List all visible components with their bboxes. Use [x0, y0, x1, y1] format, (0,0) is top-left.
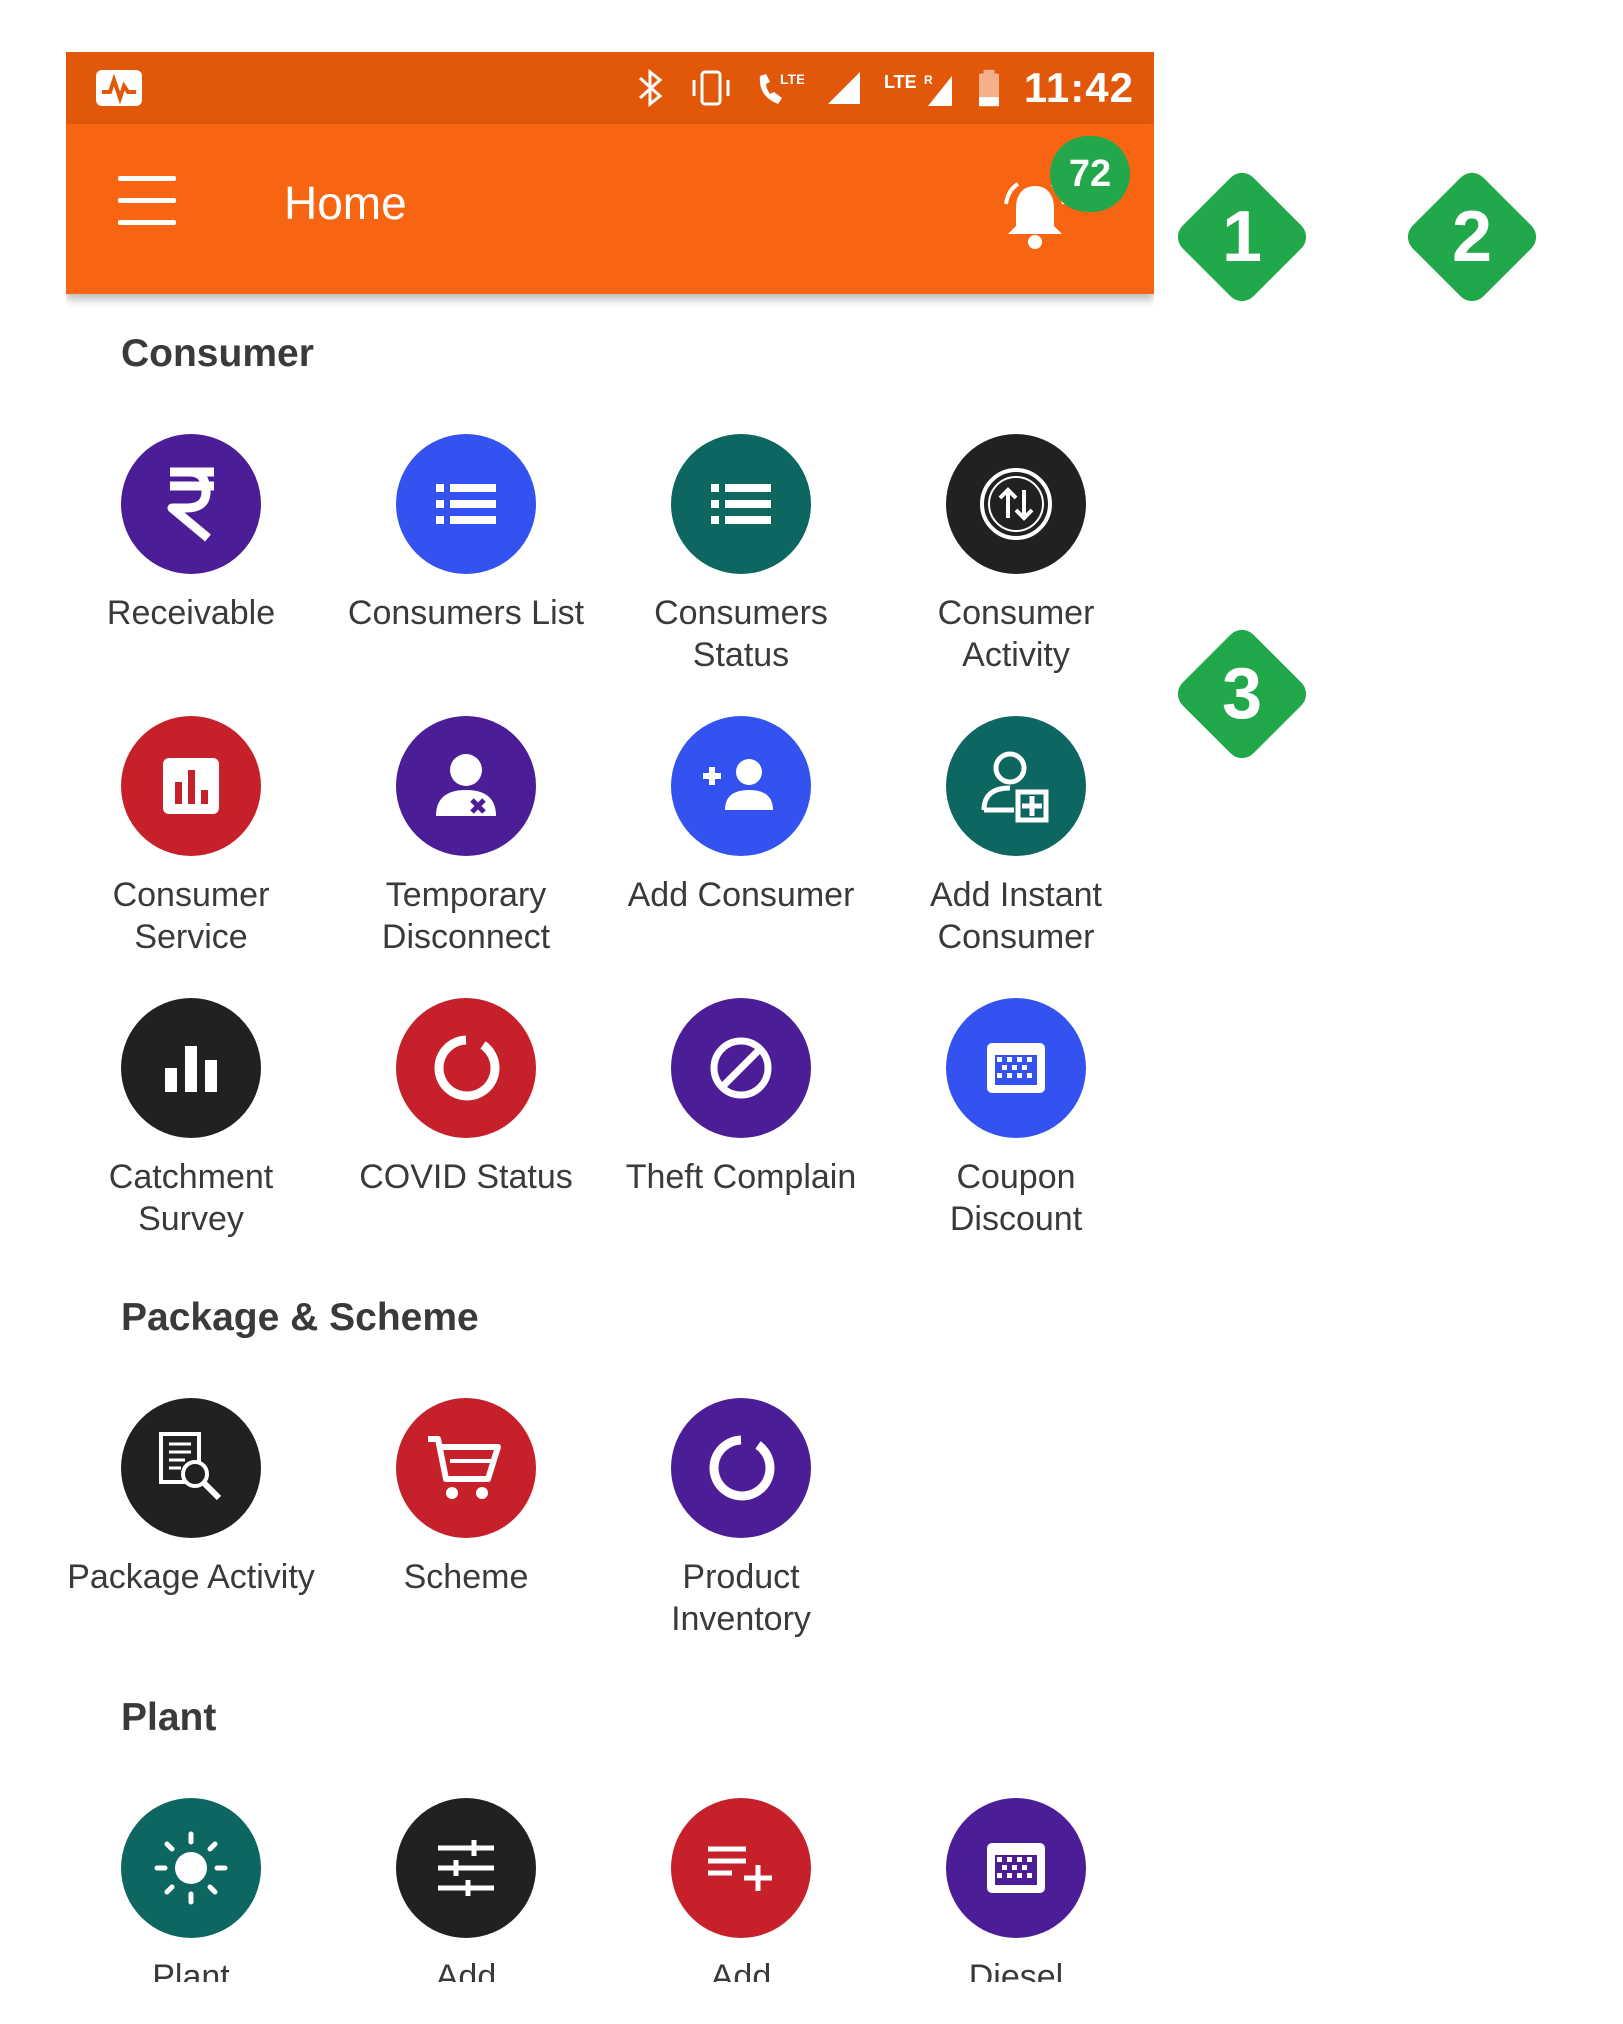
add-user-icon: [703, 759, 773, 810]
grid-card-icon: [987, 1843, 1045, 1893]
tile-label: Consumers Status: [654, 594, 828, 674]
activity-monitor-icon: [96, 70, 142, 106]
tile-receivable[interactable]: Receivable: [66, 434, 321, 634]
tile-icon-circle: [121, 1798, 261, 1938]
tile-icon-circle: [946, 1798, 1086, 1938]
notification-count-badge: 72: [1050, 136, 1130, 212]
tile-diesel[interactable]: Diesel: [886, 1798, 1146, 1982]
tile-add-list[interactable]: Add: [611, 1798, 871, 1982]
tile-label: Add: [435, 1958, 497, 1982]
tile-plant[interactable]: Plant: [66, 1798, 321, 1982]
tile-icon-circle: [396, 716, 536, 856]
section-title-package-scheme: Package & Scheme: [121, 1296, 479, 1339]
lte-roaming-signal-icon: LTE R: [884, 72, 952, 106]
annotation-marker-1: 1: [1171, 166, 1313, 308]
tile-label: Receivable: [106, 594, 276, 632]
tile-consumer-activity[interactable]: Consumer Activity: [886, 434, 1146, 676]
tile-label: Product Inventory: [671, 1558, 811, 1638]
bar-chart-box-icon: [163, 758, 219, 814]
tile-covid-status[interactable]: COVID Status: [336, 998, 596, 1198]
tile-add-instant-consumer[interactable]: Add Instant Consumer: [886, 716, 1146, 958]
ring-icon: [709, 1435, 775, 1501]
battery-icon: [978, 69, 999, 107]
sun-icon: [154, 1831, 228, 1905]
sliders-icon: [438, 1840, 494, 1896]
playlist-add-icon: [708, 1846, 772, 1891]
section-title-consumer: Consumer: [121, 332, 314, 375]
tile-icon-circle: [671, 1798, 811, 1938]
svg-text:R: R: [924, 73, 933, 87]
tile-add-settings[interactable]: Add: [336, 1798, 596, 1982]
bar-chart-icon: [165, 1046, 217, 1092]
tile-add-consumer[interactable]: Add Consumer: [611, 716, 871, 916]
rupee-icon: [167, 467, 214, 542]
tile-label: Add Instant Consumer: [929, 876, 1102, 956]
add-user-outline-icon: [981, 751, 1049, 823]
tile-icon-circle: [671, 998, 811, 1138]
svg-text:LTE: LTE: [884, 72, 917, 92]
tile-icon-circle: [671, 1398, 811, 1538]
tile-label: Plant: [152, 1958, 230, 1982]
tile-icon-circle: [121, 434, 261, 574]
tile-label: Consumer Activity: [937, 594, 1095, 674]
tile-label: Add: [710, 1958, 772, 1982]
annotation-marker-3: 3: [1171, 623, 1313, 765]
user-remove-icon: [436, 754, 496, 816]
status-bar: LTE LTE R 11:42: [66, 52, 1154, 124]
vibrate-icon: [692, 70, 730, 106]
grid-card-icon: [987, 1043, 1045, 1093]
tile-icon-circle: [396, 434, 536, 574]
tile-icon-circle: [946, 998, 1086, 1138]
tile-icon-circle: [121, 998, 261, 1138]
tile-icon-circle: [121, 1398, 261, 1538]
section-title-plant: Plant: [121, 1696, 217, 1739]
list-icon: [436, 484, 496, 524]
tile-theft-complain[interactable]: Theft Complain: [611, 998, 871, 1198]
tile-consumers-status[interactable]: Consumers Status: [611, 434, 871, 676]
tile-icon-circle: [121, 716, 261, 856]
tile-icon-circle: [671, 716, 811, 856]
tile-consumer-service[interactable]: Consumer Service: [66, 716, 321, 958]
tile-temporary-disconnect[interactable]: Temporary Disconnect: [336, 716, 596, 958]
svg-text:LTE: LTE: [780, 71, 804, 87]
signal-icon: [827, 72, 860, 104]
tile-scheme[interactable]: Scheme: [336, 1398, 596, 1598]
page-title: Home: [284, 177, 407, 229]
app-bar: Home 72: [66, 124, 1154, 294]
volte-call-icon: LTE: [759, 71, 804, 104]
tile-package-activity[interactable]: Package Activity: [66, 1398, 321, 1598]
phone-screen: LTE LTE R 11:42 Home 72 Consumer Receiva…: [66, 52, 1154, 1982]
tile-consumers-list[interactable]: Consumers List: [336, 434, 596, 634]
tile-label: Coupon Discount: [949, 1158, 1083, 1238]
tile-coupon-discount[interactable]: Coupon Discount: [886, 998, 1146, 1240]
menu-button[interactable]: [118, 176, 178, 232]
annotation-marker-2: 2: [1401, 166, 1543, 308]
document-search-icon: [159, 1432, 222, 1501]
swap-circle-icon: [980, 468, 1052, 540]
tile-label: Consumer Service: [112, 876, 270, 956]
list-icon: [711, 484, 771, 524]
tile-label: Catchment Survey: [108, 1158, 274, 1238]
status-time: 11:42: [1023, 64, 1134, 111]
tile-icon-circle: [396, 998, 536, 1138]
tile-label: Add Consumer: [627, 876, 855, 914]
tile-label: Temporary Disconnect: [381, 876, 551, 956]
tile-label: Package Activity: [67, 1558, 315, 1596]
tile-icon-circle: [396, 1798, 536, 1938]
tile-icon-circle: [671, 434, 811, 574]
tile-product-inventory[interactable]: Product Inventory: [611, 1398, 871, 1640]
cart-icon: [428, 1436, 501, 1499]
ring-icon: [434, 1035, 500, 1101]
tile-catchment-survey[interactable]: Catchment Survey: [66, 998, 321, 1240]
tile-label: COVID Status: [359, 1158, 573, 1196]
tile-icon-circle: [946, 434, 1086, 574]
tile-label: Scheme: [403, 1558, 529, 1596]
tile-label: Consumers List: [347, 594, 585, 632]
tile-label: Theft Complain: [625, 1158, 857, 1196]
bluetooth-icon: [638, 68, 663, 108]
tile-icon-circle: [396, 1398, 536, 1538]
block-icon: [710, 1037, 772, 1099]
tile-label: Diesel: [968, 1958, 1064, 1982]
tile-icon-circle: [946, 716, 1086, 856]
